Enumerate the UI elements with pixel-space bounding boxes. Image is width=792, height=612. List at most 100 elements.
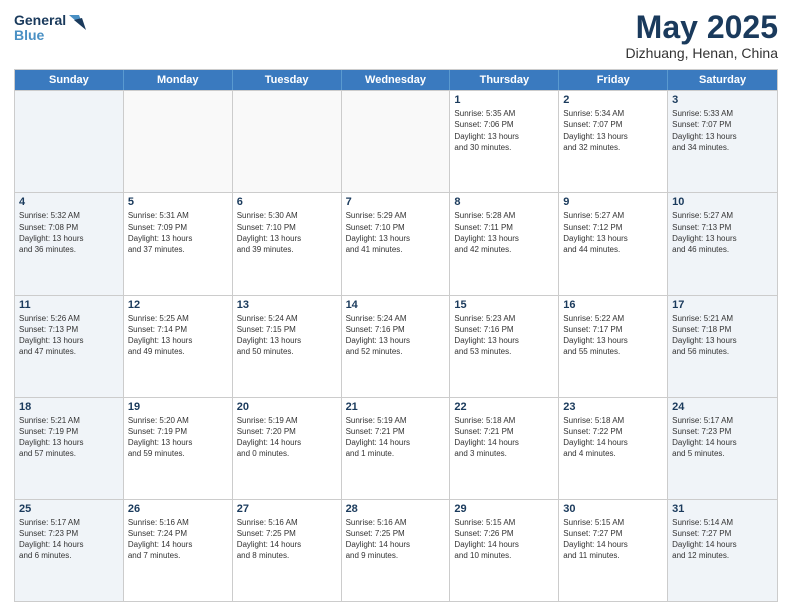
page-header: GeneralBlue May 2025 Dizhuang, Henan, Ch… <box>14 10 778 61</box>
calendar-cell: 9 Sunrise: 5:27 AM Sunset: 7:12 PM Daylig… <box>559 193 668 294</box>
calendar-cell <box>124 91 233 192</box>
day-number: 4 <box>19 196 119 208</box>
cell-info: Sunrise: 5:21 AM Sunset: 7:19 PM Dayligh… <box>19 415 119 460</box>
weekday-header: Monday <box>124 70 233 90</box>
calendar-cell: 2Sunrise: 5:34 AM Sunset: 7:07 PM Daylig… <box>559 91 668 192</box>
cell-info: Sunrise: 5:26 AM Sunset: 7:13 PM Dayligh… <box>19 313 119 358</box>
calendar-cell: 11 Sunrise: 5:26 AM Sunset: 7:13 PM Dayli… <box>15 296 124 397</box>
calendar-cell: 20Sunrise: 5:19 AM Sunset: 7:20 PM Dayli… <box>233 398 342 499</box>
svg-text:Blue: Blue <box>14 27 45 43</box>
day-number: 8 <box>454 196 554 208</box>
day-number: 6 <box>237 196 337 208</box>
cell-info: Sunrise: 5:16 AM Sunset: 7:25 PM Dayligh… <box>346 517 446 562</box>
logo: GeneralBlue <box>14 10 94 46</box>
calendar-week-row: 25 Sunrise: 5:17 AM Sunset: 7:23 PM Dayli… <box>15 499 777 601</box>
calendar-cell <box>342 91 451 192</box>
calendar-week-row: 4 Sunrise: 5:32 AM Sunset: 7:08 PM Daylig… <box>15 192 777 294</box>
day-number: 22 <box>454 401 554 413</box>
calendar-header: SundayMondayTuesdayWednesdayThursdayFrid… <box>15 70 777 90</box>
calendar-cell <box>15 91 124 192</box>
calendar: SundayMondayTuesdayWednesdayThursdayFrid… <box>14 69 778 602</box>
calendar-cell: 5 Sunrise: 5:31 AM Sunset: 7:09 PM Daylig… <box>124 193 233 294</box>
calendar-cell: 25 Sunrise: 5:17 AM Sunset: 7:23 PM Dayli… <box>15 500 124 601</box>
day-number: 18 <box>19 401 119 413</box>
day-number: 21 <box>346 401 446 413</box>
cell-info: Sunrise: 5:23 AM Sunset: 7:16 PM Dayligh… <box>454 313 554 358</box>
calendar-cell: 13Sunrise: 5:24 AM Sunset: 7:15 PM Dayli… <box>233 296 342 397</box>
calendar-cell: 17Sunrise: 5:21 AM Sunset: 7:18 PM Dayli… <box>668 296 777 397</box>
day-number: 25 <box>19 503 119 515</box>
cell-info: Sunrise: 5:29 AM Sunset: 7:10 PM Dayligh… <box>346 210 446 255</box>
cell-info: Sunrise: 5:27 AM Sunset: 7:13 PM Dayligh… <box>672 210 773 255</box>
calendar-cell <box>233 91 342 192</box>
calendar-cell: 1Sunrise: 5:35 AM Sunset: 7:06 PM Daylig… <box>450 91 559 192</box>
day-number: 14 <box>346 299 446 311</box>
calendar-cell: 22 Sunrise: 5:18 AM Sunset: 7:21 PM Dayli… <box>450 398 559 499</box>
calendar-cell: 29 Sunrise: 5:15 AM Sunset: 7:26 PM Dayli… <box>450 500 559 601</box>
cell-info: Sunrise: 5:17 AM Sunset: 7:23 PM Dayligh… <box>672 415 773 460</box>
day-number: 27 <box>237 503 337 515</box>
cell-info: Sunrise: 5:21 AM Sunset: 7:18 PM Dayligh… <box>672 313 773 358</box>
cell-info: Sunrise: 5:31 AM Sunset: 7:09 PM Dayligh… <box>128 210 228 255</box>
day-number: 9 <box>563 196 663 208</box>
calendar-cell: 23 Sunrise: 5:18 AM Sunset: 7:22 PM Dayli… <box>559 398 668 499</box>
cell-info: Sunrise: 5:20 AM Sunset: 7:19 PM Dayligh… <box>128 415 228 460</box>
cell-info: Sunrise: 5:27 AM Sunset: 7:12 PM Dayligh… <box>563 210 663 255</box>
calendar-cell: 28 Sunrise: 5:16 AM Sunset: 7:25 PM Dayli… <box>342 500 451 601</box>
calendar-cell: 26 Sunrise: 5:16 AM Sunset: 7:24 PM Dayli… <box>124 500 233 601</box>
calendar-cell: 30 Sunrise: 5:15 AM Sunset: 7:27 PM Dayli… <box>559 500 668 601</box>
weekday-header: Wednesday <box>342 70 451 90</box>
calendar-cell: 7 Sunrise: 5:29 AM Sunset: 7:10 PM Daylig… <box>342 193 451 294</box>
cell-info: Sunrise: 5:35 AM Sunset: 7:06 PM Dayligh… <box>454 108 554 153</box>
calendar-cell: 21 Sunrise: 5:19 AM Sunset: 7:21 PM Dayli… <box>342 398 451 499</box>
calendar-cell: 19 Sunrise: 5:20 AM Sunset: 7:19 PM Dayli… <box>124 398 233 499</box>
calendar-cell: 6 Sunrise: 5:30 AM Sunset: 7:10 PM Daylig… <box>233 193 342 294</box>
day-number: 29 <box>454 503 554 515</box>
calendar-page: GeneralBlue May 2025 Dizhuang, Henan, Ch… <box>0 0 792 612</box>
calendar-cell: 14 Sunrise: 5:24 AM Sunset: 7:16 PM Dayli… <box>342 296 451 397</box>
svg-text:General: General <box>14 12 66 28</box>
calendar-cell: 18 Sunrise: 5:21 AM Sunset: 7:19 PM Dayli… <box>15 398 124 499</box>
day-number: 7 <box>346 196 446 208</box>
day-number: 30 <box>563 503 663 515</box>
calendar-cell: 31Sunrise: 5:14 AM Sunset: 7:27 PM Dayli… <box>668 500 777 601</box>
calendar-cell: 3Sunrise: 5:33 AM Sunset: 7:07 PM Daylig… <box>668 91 777 192</box>
day-number: 26 <box>128 503 228 515</box>
day-number: 16 <box>563 299 663 311</box>
cell-info: Sunrise: 5:14 AM Sunset: 7:27 PM Dayligh… <box>672 517 773 562</box>
calendar-body: 1Sunrise: 5:35 AM Sunset: 7:06 PM Daylig… <box>15 90 777 601</box>
day-number: 19 <box>128 401 228 413</box>
calendar-cell: 16 Sunrise: 5:22 AM Sunset: 7:17 PM Dayli… <box>559 296 668 397</box>
calendar-week-row: 18 Sunrise: 5:21 AM Sunset: 7:19 PM Dayli… <box>15 397 777 499</box>
location-subtitle: Dizhuang, Henan, China <box>625 45 778 61</box>
weekday-header: Friday <box>559 70 668 90</box>
weekday-header: Thursday <box>450 70 559 90</box>
cell-info: Sunrise: 5:19 AM Sunset: 7:21 PM Dayligh… <box>346 415 446 460</box>
calendar-week-row: 11 Sunrise: 5:26 AM Sunset: 7:13 PM Dayli… <box>15 295 777 397</box>
weekday-header: Saturday <box>668 70 777 90</box>
day-number: 13 <box>237 299 337 311</box>
day-number: 28 <box>346 503 446 515</box>
cell-info: Sunrise: 5:22 AM Sunset: 7:17 PM Dayligh… <box>563 313 663 358</box>
calendar-cell: 24Sunrise: 5:17 AM Sunset: 7:23 PM Dayli… <box>668 398 777 499</box>
cell-info: Sunrise: 5:15 AM Sunset: 7:27 PM Dayligh… <box>563 517 663 562</box>
day-number: 11 <box>19 299 119 311</box>
day-number: 5 <box>128 196 228 208</box>
calendar-cell: 4 Sunrise: 5:32 AM Sunset: 7:08 PM Daylig… <box>15 193 124 294</box>
cell-info: Sunrise: 5:24 AM Sunset: 7:16 PM Dayligh… <box>346 313 446 358</box>
cell-info: Sunrise: 5:16 AM Sunset: 7:25 PM Dayligh… <box>237 517 337 562</box>
day-number: 15 <box>454 299 554 311</box>
cell-info: Sunrise: 5:17 AM Sunset: 7:23 PM Dayligh… <box>19 517 119 562</box>
cell-info: Sunrise: 5:32 AM Sunset: 7:08 PM Dayligh… <box>19 210 119 255</box>
calendar-cell: 12Sunrise: 5:25 AM Sunset: 7:14 PM Dayli… <box>124 296 233 397</box>
cell-info: Sunrise: 5:30 AM Sunset: 7:10 PM Dayligh… <box>237 210 337 255</box>
cell-info: Sunrise: 5:18 AM Sunset: 7:21 PM Dayligh… <box>454 415 554 460</box>
cell-info: Sunrise: 5:33 AM Sunset: 7:07 PM Dayligh… <box>672 108 773 153</box>
cell-info: Sunrise: 5:16 AM Sunset: 7:24 PM Dayligh… <box>128 517 228 562</box>
cell-info: Sunrise: 5:18 AM Sunset: 7:22 PM Dayligh… <box>563 415 663 460</box>
day-number: 23 <box>563 401 663 413</box>
cell-info: Sunrise: 5:15 AM Sunset: 7:26 PM Dayligh… <box>454 517 554 562</box>
cell-info: Sunrise: 5:19 AM Sunset: 7:20 PM Dayligh… <box>237 415 337 460</box>
calendar-cell: 27 Sunrise: 5:16 AM Sunset: 7:25 PM Dayli… <box>233 500 342 601</box>
weekday-header: Tuesday <box>233 70 342 90</box>
